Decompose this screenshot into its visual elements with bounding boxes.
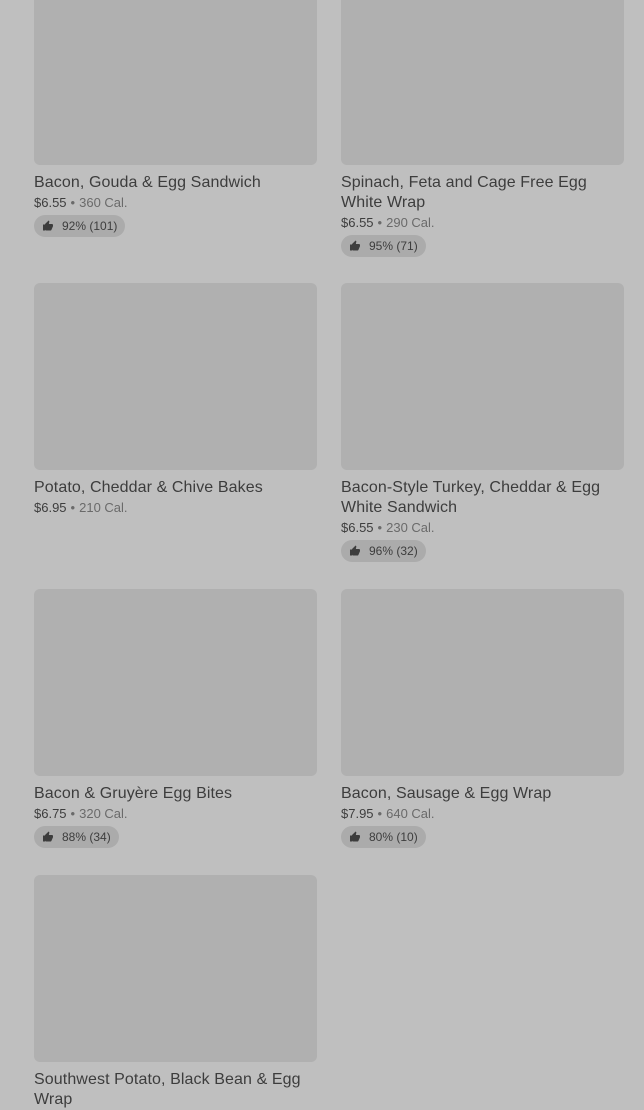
menu-item-price: $6.95 — [34, 500, 67, 515]
menu-item-image[interactable] — [341, 0, 624, 165]
menu-item-calories: 230 Cal. — [386, 520, 435, 535]
thumbs-up-icon — [349, 831, 369, 843]
menu-item-meta: $6.55 • 230 Cal. — [341, 520, 435, 536]
menu-item-rating: 80% (10) — [341, 826, 426, 848]
menu-item-title[interactable]: Spinach, Feta and Cage Free Egg White Wr… — [341, 173, 624, 213]
menu-item-rating: 96% (32) — [341, 540, 426, 562]
menu-item-price: $6.75 — [34, 806, 67, 821]
menu-item-meta: $6.95 • 210 Cal. — [34, 500, 128, 516]
separator-dot: • — [377, 806, 383, 821]
menu-item-calories: 210 Cal. — [79, 500, 128, 515]
menu-item-calories: 290 Cal. — [386, 215, 435, 230]
menu-item-rating: 95% (71) — [341, 235, 426, 257]
menu-item-image[interactable] — [34, 589, 317, 776]
menu-item-price: $6.55 — [341, 215, 374, 230]
rating-text: 95% (71) — [369, 239, 418, 253]
menu-item-title[interactable]: Potato, Cheddar & Chive Bakes — [34, 478, 317, 498]
thumbs-up-icon — [42, 220, 62, 232]
menu-item-price: $7.95 — [341, 806, 374, 821]
thumbs-up-icon — [349, 240, 369, 252]
menu-item-calories: 320 Cal. — [79, 806, 128, 821]
rating-text: 88% (34) — [62, 830, 111, 844]
menu-item-meta: $6.75 • 320 Cal. — [34, 806, 128, 822]
thumbs-up-icon — [42, 831, 62, 843]
menu-item-title[interactable]: Bacon-Style Turkey, Cheddar & Egg White … — [341, 478, 624, 518]
rating-text: 92% (101) — [62, 219, 118, 233]
menu-item-calories: 640 Cal. — [386, 806, 435, 821]
menu-item-title[interactable]: Southwest Potato, Black Bean & Egg Wrap — [34, 1070, 317, 1110]
separator-dot: • — [70, 806, 76, 821]
separator-dot: • — [70, 195, 76, 210]
menu-item-meta: $7.95 • 640 Cal. — [341, 806, 435, 822]
menu-item-image[interactable] — [341, 283, 624, 470]
menu-item-rating: 92% (101) — [34, 215, 126, 237]
menu-item-title[interactable]: Bacon, Sausage & Egg Wrap — [341, 784, 624, 804]
menu-item-rating: 88% (34) — [34, 826, 119, 848]
menu-item-meta: $6.55 • 290 Cal. — [341, 215, 435, 231]
thumbs-up-icon — [349, 545, 369, 557]
menu-item-image[interactable] — [34, 875, 317, 1062]
rating-text: 80% (10) — [369, 830, 418, 844]
menu-item-image[interactable] — [34, 0, 317, 165]
separator-dot: • — [70, 500, 76, 515]
menu-item-image[interactable] — [341, 589, 624, 776]
separator-dot: • — [377, 520, 383, 535]
menu-item-title[interactable]: Bacon & Gruyère Egg Bites — [34, 784, 317, 804]
separator-dot: • — [377, 215, 383, 230]
menu-item-title[interactable]: Bacon, Gouda & Egg Sandwich — [34, 173, 317, 193]
menu-item-calories: 360 Cal. — [79, 195, 128, 210]
rating-text: 96% (32) — [369, 544, 418, 558]
menu-item-price: $6.55 — [341, 520, 374, 535]
menu-item-image[interactable] — [34, 283, 317, 470]
menu-item-price: $6.55 — [34, 195, 67, 210]
menu-item-grid: Bacon, Gouda & Egg Sandwich $6.55 • 360 Cal… — [34, 0, 624, 1108]
menu-item-meta: $6.55 • 360 Cal. — [34, 195, 128, 211]
